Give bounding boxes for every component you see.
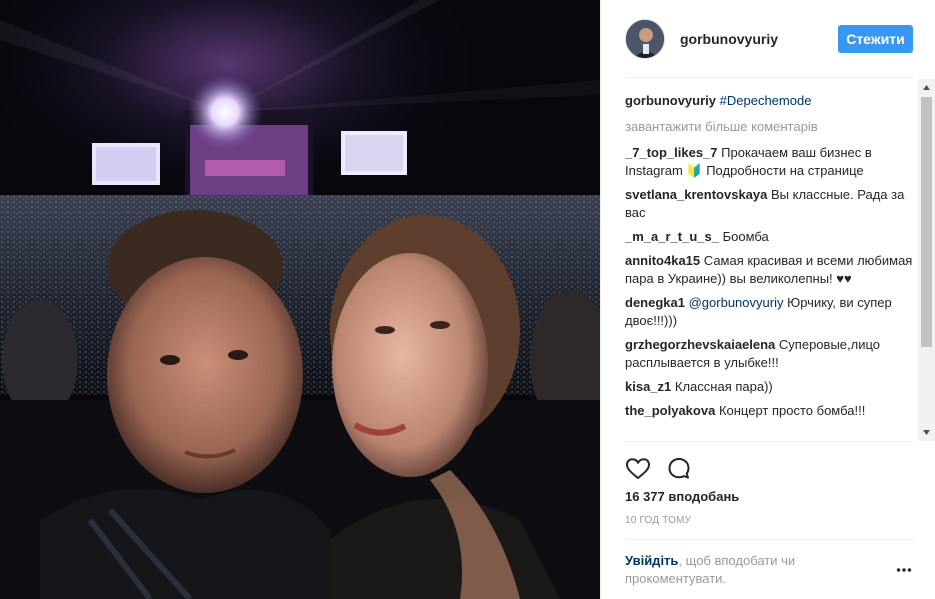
comment-text: Боомба (722, 229, 769, 244)
caption-username[interactable]: gorbunovyuriy (625, 93, 716, 108)
scroll-up-arrow-icon[interactable] (918, 79, 935, 96)
header-username[interactable]: gorbunovyuriy (680, 31, 778, 47)
post-header: gorbunovyuriy Стежити (625, 0, 913, 78)
login-link[interactable]: Увійдіть (625, 553, 678, 568)
comment-username[interactable]: _m_a_r_t_u_s_ (625, 229, 719, 244)
post-sidebar: gorbunovyuriy Стежити gorbunovyuriy #Dep… (600, 0, 935, 599)
caption-hashtag[interactable]: #Depechemode (720, 93, 812, 108)
comments-scrollbar[interactable] (918, 79, 935, 441)
instagram-post: gorbunovyuriy Стежити gorbunovyuriy #Dep… (0, 0, 935, 599)
comment-username[interactable]: the_polyakova (625, 403, 715, 418)
comment-item: grzhegorzhevskaiaelena Суперовые,лицо ра… (625, 336, 919, 372)
comment-item: _m_a_r_t_u_s_ Боомба (625, 228, 919, 246)
comment-bubble-icon[interactable] (666, 456, 692, 482)
likes-count[interactable]: 16 377 вподобань (625, 489, 739, 504)
load-more-comments-link[interactable]: завантажити більше коментарів (625, 118, 919, 136)
comment-username[interactable]: _7_top_likes_7 (625, 145, 718, 160)
scroll-down-arrow-icon[interactable] (918, 424, 935, 441)
login-prompt: Увійдіть, щоб вподобати чи прокоментуват… (625, 539, 913, 599)
comment-item: denegka1 @gorbunovyuriy Юрчику, ви супер… (625, 294, 919, 330)
comment-text: Концерт просто бомба!!! (718, 403, 866, 418)
comment-username[interactable]: grzhegorzhevskaiaelena (625, 337, 775, 352)
post-time[interactable]: 10 ГОД ТОМУ (625, 515, 691, 526)
post-actions: 16 377 вподобань 10 ГОД ТОМУ Увійдіть, щ… (625, 441, 913, 599)
comment-username[interactable]: kisa_z1 (625, 379, 671, 394)
follow-button[interactable]: Стежити (838, 25, 913, 53)
avatar[interactable] (625, 19, 665, 59)
login-prompt-text: Увійдіть, щоб вподобати чи прокоментуват… (625, 552, 855, 588)
concert-selfie-image (0, 0, 600, 599)
comment-item: svetlana_krentovskaya Вы классные. Рада … (625, 186, 919, 222)
scrollbar-thumb[interactable] (921, 97, 932, 347)
comment-item: _7_top_likes_7 Прокачаем ваш бизнес в In… (625, 144, 919, 180)
comment-text: Классная пара)) (674, 379, 773, 394)
heart-icon[interactable] (625, 456, 651, 482)
comment-item: kisa_z1 Классная пара)) (625, 378, 919, 396)
comment-username[interactable]: denegka1 (625, 295, 685, 310)
comment-item: the_polyakova Концерт просто бомба!!! (625, 402, 919, 420)
comment-item: annito4ka15 Самая красивая и всеми любим… (625, 252, 919, 288)
comment-username[interactable]: svetlana_krentovskaya (625, 187, 767, 202)
comment-username[interactable]: annito4ka15 (625, 253, 700, 268)
comment-mention[interactable]: @gorbunovyuriy (689, 295, 784, 310)
more-options-icon[interactable] (896, 563, 912, 573)
comments-list[interactable]: gorbunovyuriy #Depechemode завантажити б… (625, 79, 921, 441)
post-photo[interactable] (0, 0, 600, 599)
caption: gorbunovyuriy #Depechemode (625, 92, 919, 110)
